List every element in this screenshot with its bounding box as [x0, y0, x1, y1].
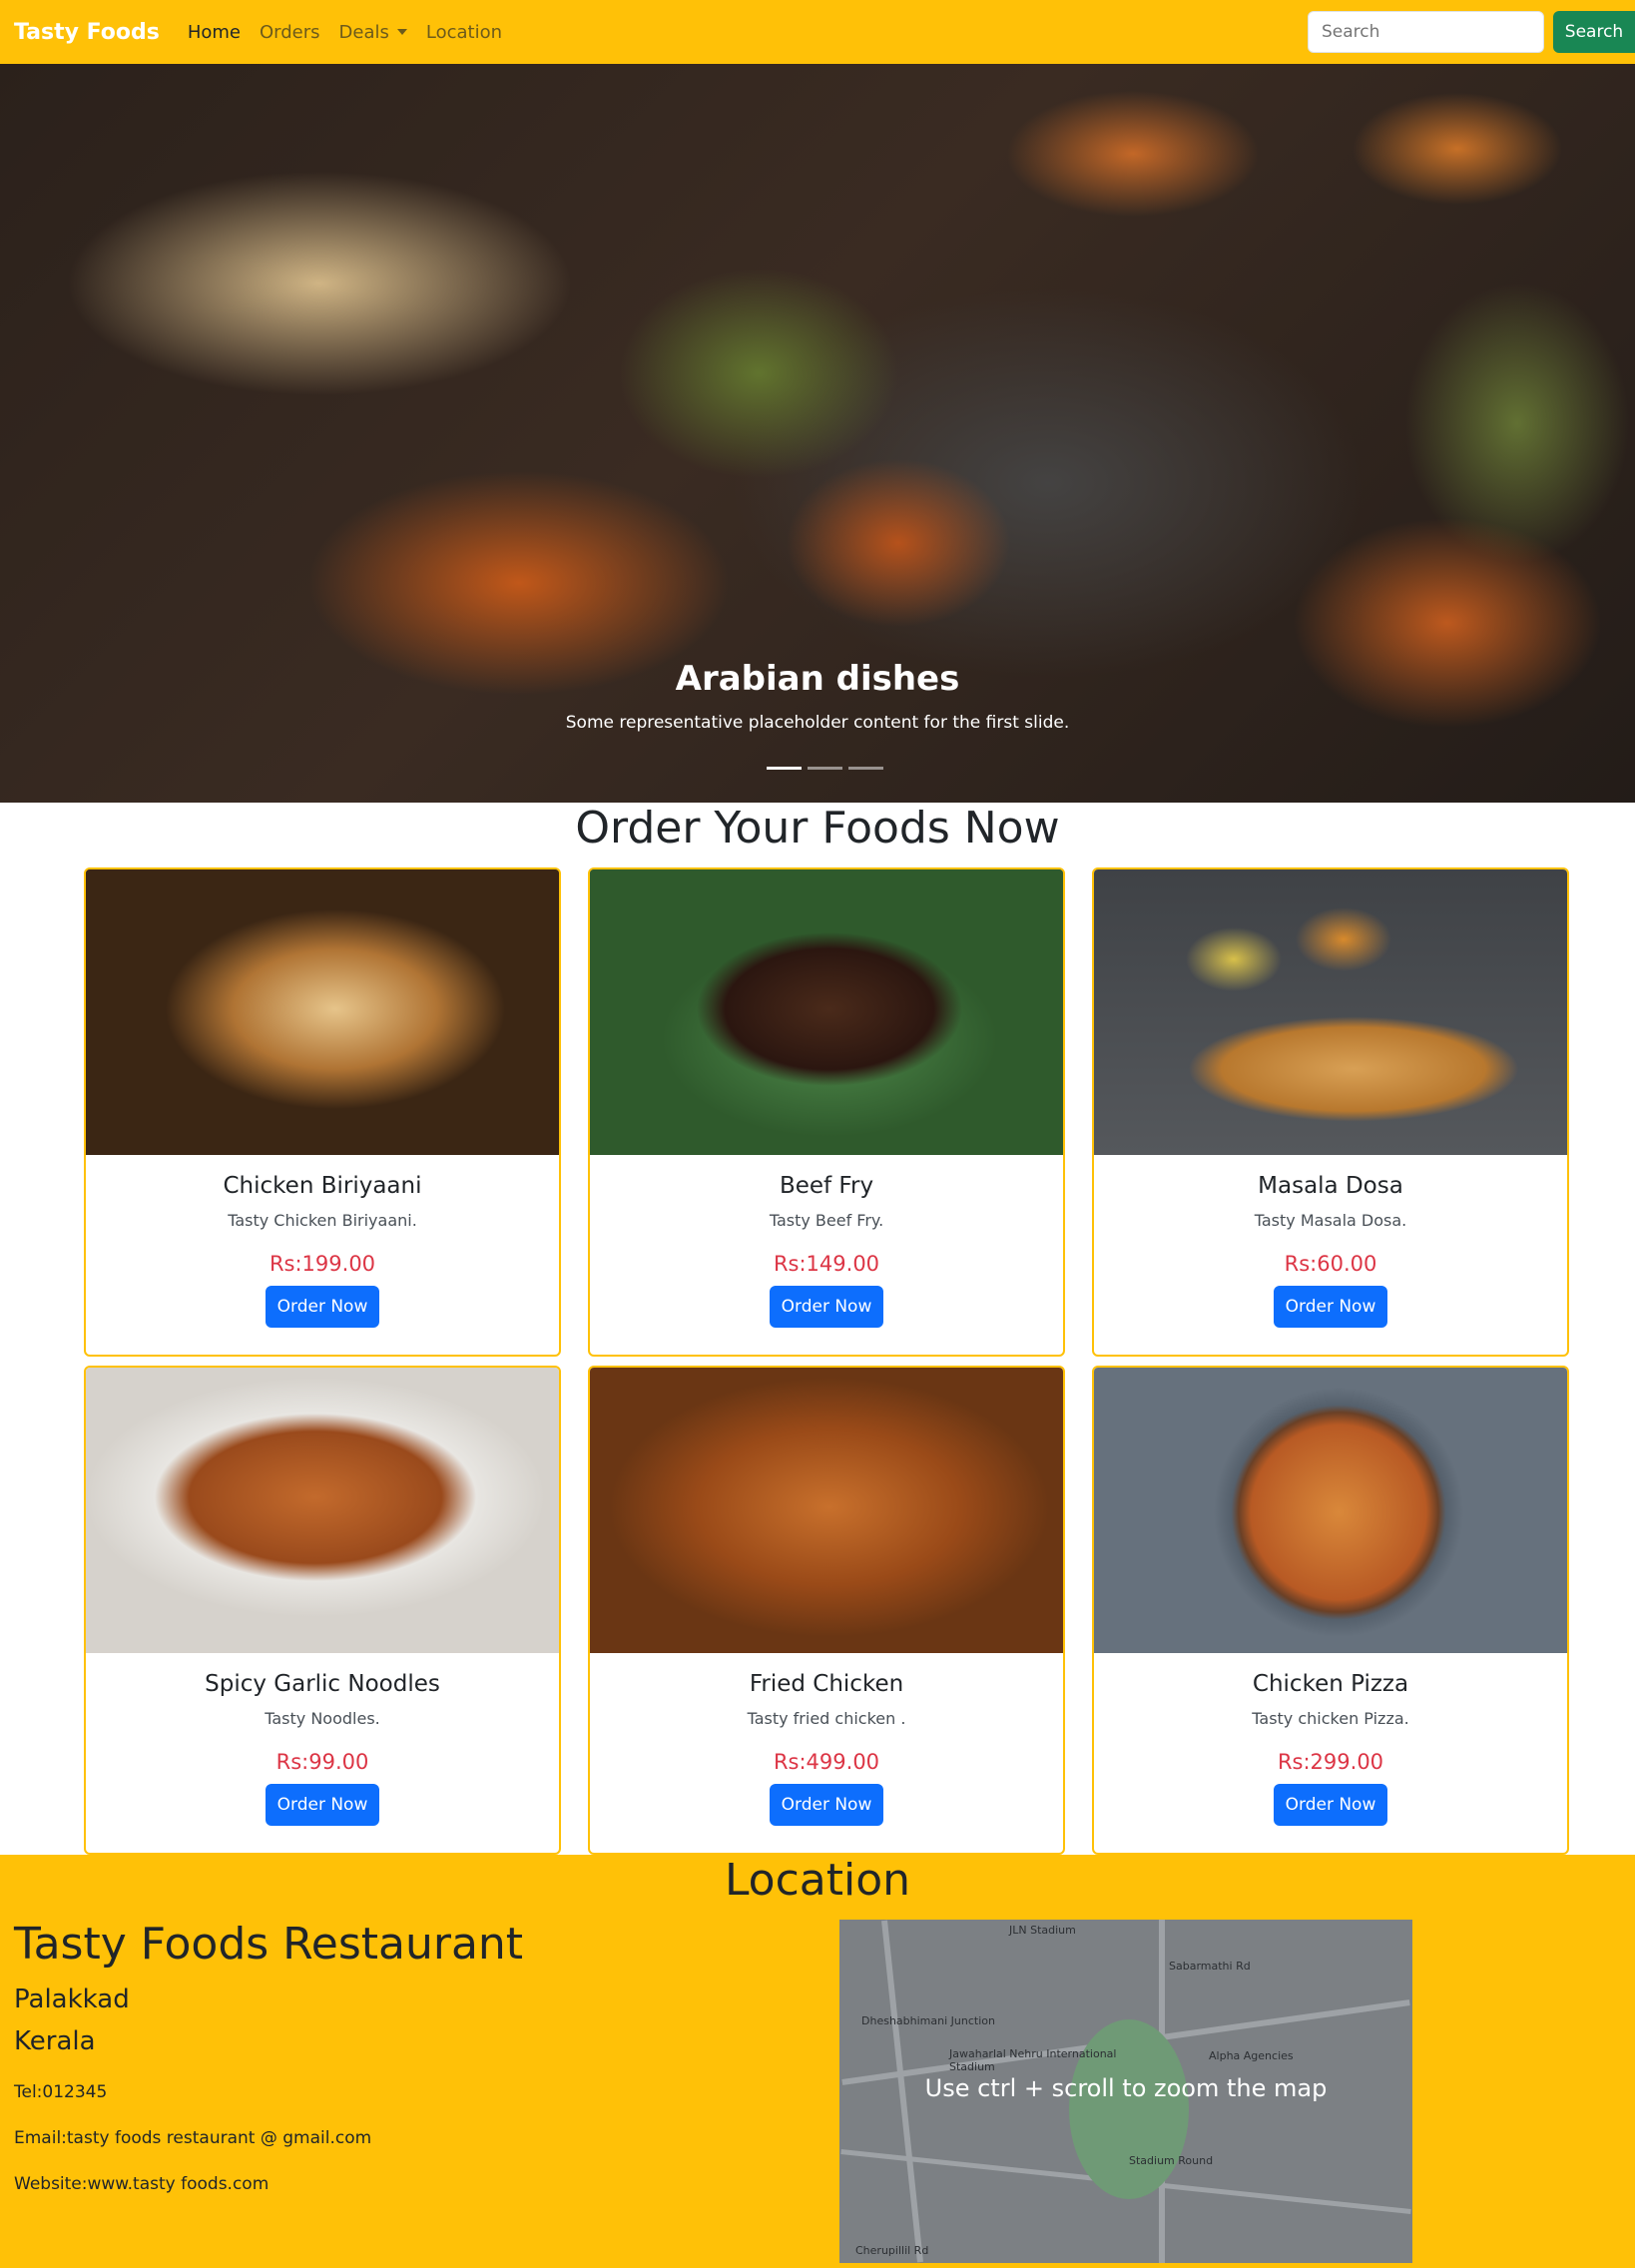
restaurant-tel: Tel:012345: [14, 2082, 108, 2102]
food-price: Rs:99.00: [275, 1750, 369, 1774]
hero-title: Arabian dishes: [675, 659, 960, 699]
food-card: Beef Fry Tasty Beef Fry. Rs:149.00 Order…: [588, 867, 1065, 1357]
food-price: Rs:60.00: [1284, 1252, 1377, 1276]
food-description: Tasty chicken Pizza.: [1252, 1709, 1409, 1728]
map-zoom-hint: Use ctrl + scroll to zoom the map: [924, 2074, 1328, 2102]
map-label: Alpha Agencies: [1209, 2049, 1294, 2062]
food-image-fried-chicken: [590, 1368, 1063, 1653]
food-description: Tasty Beef Fry.: [769, 1211, 884, 1230]
map-label: Stadium Round: [1129, 2154, 1214, 2167]
card-body: Chicken Biriyaani Tasty Chicken Biriyaan…: [86, 1173, 559, 1328]
nav-location[interactable]: Location: [426, 22, 502, 43]
order-now-button[interactable]: Order Now: [265, 1286, 380, 1328]
food-image-biriyaani: [86, 869, 559, 1155]
order-now-button[interactable]: Order Now: [769, 1784, 884, 1826]
restaurant-state: Kerala: [14, 2026, 96, 2056]
carousel-indicator[interactable]: [848, 767, 883, 770]
food-name: Spicy Garlic Noodles: [205, 1671, 440, 1697]
food-name: Chicken Pizza: [1252, 1671, 1409, 1697]
food-price: Rs:149.00: [773, 1252, 880, 1276]
search-input[interactable]: [1308, 11, 1544, 53]
location-title: Location: [724, 1855, 911, 1906]
card-body: Chicken Pizza Tasty chicken Pizza. Rs:29…: [1094, 1671, 1567, 1826]
card-body: Beef Fry Tasty Beef Fry. Rs:149.00 Order…: [590, 1173, 1063, 1328]
location-section: Location Tasty Foods Restaurant Palakkad…: [0, 1855, 1635, 2268]
card-body: Masala Dosa Tasty Masala Dosa. Rs:60.00 …: [1094, 1173, 1567, 1328]
nav-home[interactable]: Home: [188, 22, 241, 43]
food-name: Beef Fry: [779, 1173, 874, 1199]
food-image-masala-dosa: [1094, 869, 1567, 1155]
chevron-down-icon: [396, 28, 407, 35]
restaurant-website: Website:www.tasty foods.com: [14, 2174, 270, 2194]
restaurant-name: Tasty Foods Restaurant: [14, 1919, 524, 1970]
map-label: Sabarmathi Rd: [1169, 1960, 1251, 1973]
restaurant-city: Palakkad: [14, 1984, 130, 2014]
order-now-button[interactable]: Order Now: [769, 1286, 884, 1328]
nav-deals[interactable]: Deals: [339, 22, 407, 43]
food-price: Rs:499.00: [773, 1750, 880, 1774]
food-description: Tasty fried chicken .: [747, 1709, 906, 1728]
order-now-button[interactable]: Order Now: [1273, 1286, 1388, 1328]
food-card: Chicken Biriyaani Tasty Chicken Biriyaan…: [84, 867, 561, 1357]
hero-subtitle: Some representative placeholder content …: [565, 713, 1070, 733]
order-section-title: Order Your Foods Now: [575, 803, 1060, 853]
carousel-indicator[interactable]: [767, 767, 802, 770]
food-image-noodles: [86, 1368, 559, 1653]
card-body: Spicy Garlic Noodles Tasty Noodles. Rs:9…: [86, 1671, 559, 1826]
food-card: Chicken Pizza Tasty chicken Pizza. Rs:29…: [1092, 1366, 1569, 1855]
food-image-pizza: [1094, 1368, 1567, 1653]
food-description: Tasty Chicken Biriyaani.: [228, 1211, 417, 1230]
nav-deals-label: Deals: [338, 21, 389, 43]
food-description: Tasty Noodles.: [265, 1709, 380, 1728]
order-now-button[interactable]: Order Now: [1273, 1784, 1388, 1826]
food-image-beef-fry: [590, 869, 1063, 1155]
food-card: Spicy Garlic Noodles Tasty Noodles. Rs:9…: [84, 1366, 561, 1855]
food-name: Masala Dosa: [1258, 1173, 1403, 1199]
map-label: Dheshabhimani Junction: [861, 2014, 995, 2027]
map-embed[interactable]: JLN Stadium Jawaharlal Nehru Internation…: [839, 1920, 1412, 2263]
map-label: JLN Stadium: [1009, 1924, 1076, 1937]
map-label: Jawaharlal Nehru International Stadium: [949, 2047, 1117, 2073]
hero-carousel[interactable]: Arabian dishes Some representative place…: [0, 64, 1635, 803]
food-name: Chicken Biriyaani: [223, 1173, 422, 1199]
food-price: Rs:199.00: [269, 1252, 376, 1276]
map-label: Cherupillil Rd: [855, 2244, 929, 2257]
card-body: Fried Chicken Tasty fried chicken . Rs:4…: [590, 1671, 1063, 1826]
search-button[interactable]: Search: [1553, 11, 1635, 53]
carousel-indicator[interactable]: [808, 767, 842, 770]
food-card: Masala Dosa Tasty Masala Dosa. Rs:60.00 …: [1092, 867, 1569, 1357]
food-description: Tasty Masala Dosa.: [1254, 1211, 1407, 1230]
food-name: Fried Chicken: [749, 1671, 904, 1697]
food-price: Rs:299.00: [1277, 1750, 1384, 1774]
stadium-area: [1069, 2019, 1189, 2199]
nav-orders[interactable]: Orders: [260, 22, 320, 43]
search-form: Search: [1308, 11, 1635, 53]
carousel-indicators: [767, 767, 883, 770]
restaurant-email: Email:tasty foods restaurant @ gmail.com: [14, 2128, 372, 2148]
navbar: Tasty Foods Home Orders Deals Location S…: [0, 0, 1635, 64]
food-card: Fried Chicken Tasty fried chicken . Rs:4…: [588, 1366, 1065, 1855]
brand-logo[interactable]: Tasty Foods: [14, 20, 160, 45]
order-now-button[interactable]: Order Now: [265, 1784, 380, 1826]
